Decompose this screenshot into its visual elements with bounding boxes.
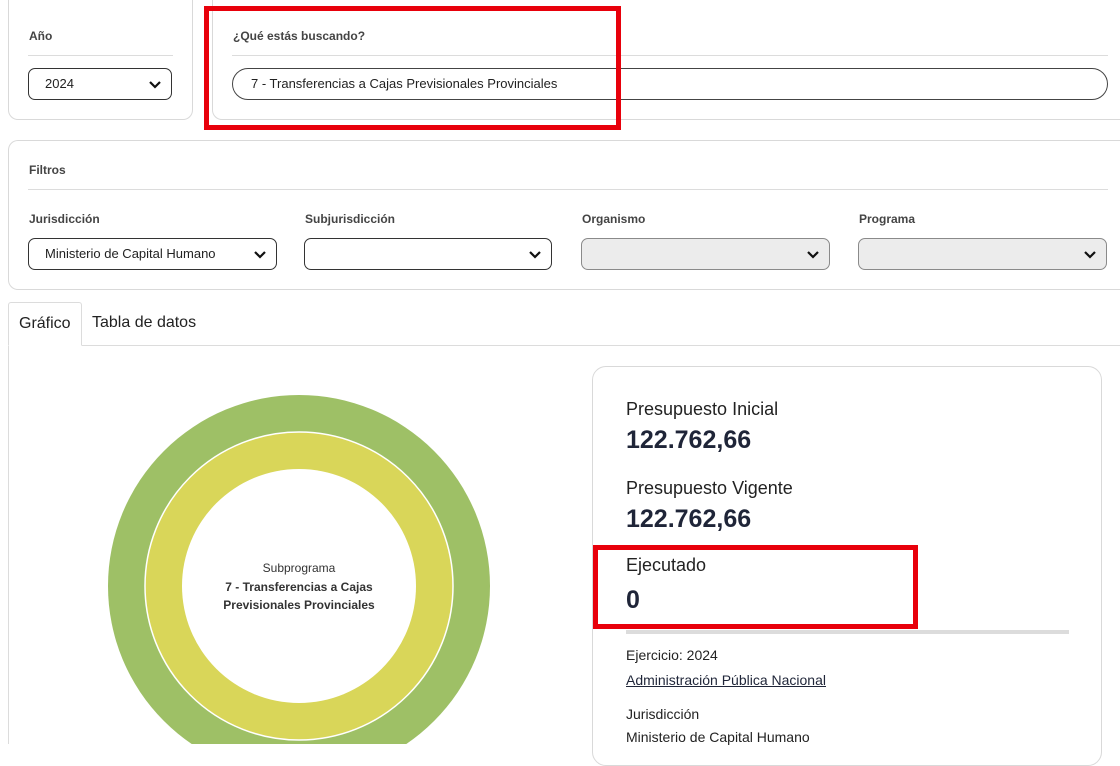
- donut-title-line2: Previsionales Provinciales: [223, 598, 375, 612]
- organismo-label: Organismo: [582, 212, 646, 226]
- donut-caption: Subprograma: [262, 561, 336, 575]
- chevron-down-icon: [529, 251, 541, 259]
- jurisdiccion-label: Jurisdicción: [29, 212, 100, 226]
- year-label: Año: [29, 29, 53, 43]
- chevron-down-icon: [254, 251, 266, 259]
- programa-label: Programa: [859, 212, 916, 226]
- organismo-select[interactable]: [581, 238, 830, 270]
- year-panel: [8, 0, 193, 120]
- chevron-down-icon: [1084, 251, 1096, 259]
- tab-grafico[interactable]: Gráfico: [8, 302, 82, 346]
- donut-chart: [108, 395, 490, 744]
- highlight-search-box: [204, 6, 621, 130]
- summary-jurisdiccion-value: Ministerio de Capital Humano: [626, 729, 810, 745]
- jurisdiccion-select[interactable]: Ministerio de Capital Humano: [28, 238, 277, 270]
- presupuesto-inicial-value: 122.762,66: [626, 426, 752, 454]
- year-select-value: 2024: [45, 76, 74, 91]
- summary-jurisdiccion-label: Jurisdicción: [626, 706, 700, 722]
- presupuesto-vigente-label: Presupuesto Vigente: [626, 478, 793, 498]
- jurisdiccion-select-value: Ministerio de Capital Humano: [45, 246, 216, 261]
- chevron-down-icon: [807, 251, 819, 259]
- tab-tabla-de-datos[interactable]: Tabla de datos: [82, 302, 206, 346]
- ejecutado-progress-bar: [626, 630, 1069, 634]
- presupuesto-inicial-label: Presupuesto Inicial: [626, 399, 779, 419]
- subjurisdiccion-select[interactable]: [304, 238, 552, 270]
- programa-select[interactable]: [858, 238, 1107, 270]
- year-select[interactable]: 2024: [28, 68, 172, 100]
- presupuesto-vigente-value: 122.762,66: [626, 505, 752, 533]
- donut-title-line1: 7 - Transferencias a Cajas: [225, 580, 373, 594]
- highlight-ejecutado: [593, 545, 918, 629]
- chevron-down-icon: [149, 81, 161, 89]
- ejercicio-text: Ejercicio: 2024: [626, 647, 718, 663]
- filters-title: Filtros: [29, 163, 66, 177]
- filters-divider: [28, 189, 1108, 190]
- year-divider: [28, 55, 173, 56]
- administracion-link[interactable]: Administración Pública Nacional: [626, 672, 826, 688]
- subjurisdiccion-label: Subjurisdicción: [305, 212, 396, 226]
